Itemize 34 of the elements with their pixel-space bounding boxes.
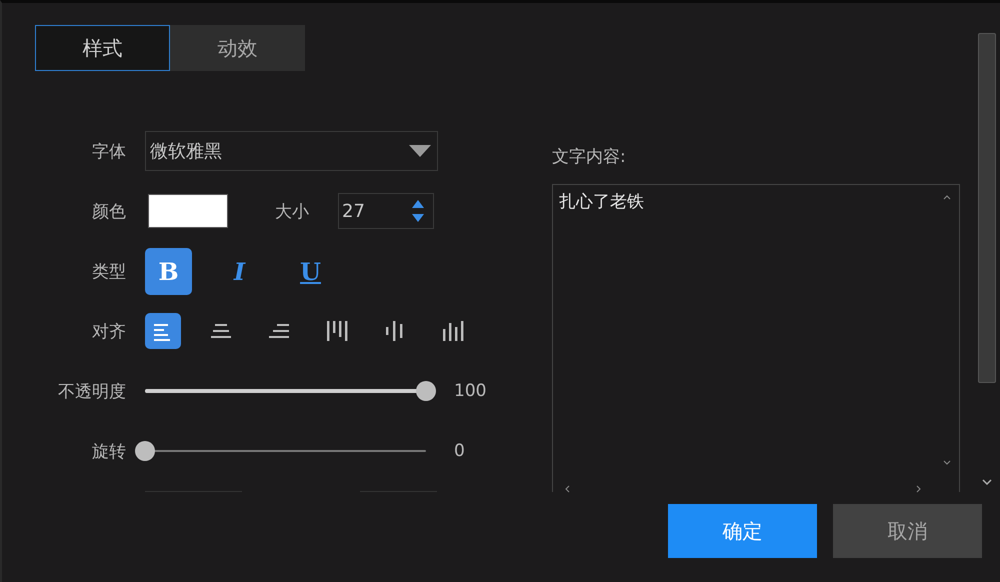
scroll-right-icon xyxy=(916,485,921,493)
text-content-field[interactable]: 扎心了老铁 xyxy=(552,184,960,492)
bold-button[interactable]: B xyxy=(145,248,192,294)
scroll-up-icon xyxy=(943,195,951,200)
content-label: 文字内容: xyxy=(552,146,627,168)
font-dropdown[interactable]: 微软雅黑 xyxy=(145,131,438,171)
color-swatch[interactable] xyxy=(148,194,228,228)
slider-value: 100 xyxy=(454,381,486,401)
spinner-arrows-icon xyxy=(411,199,425,223)
dropdown-arrow-icon xyxy=(409,145,431,157)
confirm-button[interactable]: 确定 xyxy=(668,504,817,558)
tab[interactable]: 样式 xyxy=(35,25,170,71)
scroll-left-icon xyxy=(565,485,570,493)
slider-thumb[interactable] xyxy=(135,441,155,461)
scroll-down-icon xyxy=(943,460,951,465)
slider-value: 0 xyxy=(454,441,465,461)
field-label: 类型 xyxy=(91,260,126,282)
underline-button[interactable]: U xyxy=(287,248,334,294)
field-label: 颜色 xyxy=(91,200,126,222)
field-label: 对齐 xyxy=(91,320,126,342)
tab[interactable]: 动效 xyxy=(170,25,305,71)
scrollbar-thumb[interactable] xyxy=(978,33,996,383)
slider-thumb[interactable] xyxy=(416,381,436,401)
slider-label: 不透明度 xyxy=(57,380,126,402)
scroll-down-icon[interactable] xyxy=(982,479,992,485)
field-label: 字体 xyxy=(91,140,126,162)
cancel-button[interactable]: 取消 xyxy=(833,504,982,558)
align-bottom-icon xyxy=(441,319,465,343)
align-top-icon xyxy=(325,319,349,343)
italic-button[interactable]: I xyxy=(216,248,263,294)
align-button[interactable] xyxy=(145,313,181,349)
field-label: 大小 xyxy=(275,200,309,222)
size-spinbox[interactable]: 27 xyxy=(338,193,434,229)
slider-label: 旋转 xyxy=(91,440,126,462)
